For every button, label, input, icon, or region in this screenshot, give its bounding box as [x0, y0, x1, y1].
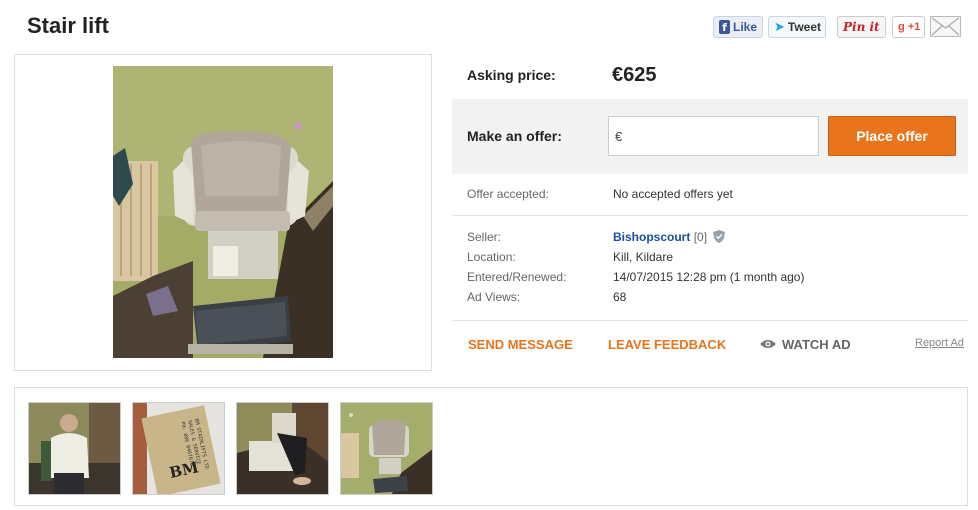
- page-title: Stair lift: [27, 13, 109, 38]
- ad-views-value: 68: [613, 290, 627, 304]
- thumbnail-4[interactable]: [340, 402, 433, 495]
- main-photo[interactable]: [113, 66, 333, 358]
- seller-rating: [0]: [693, 230, 708, 245]
- main-photo-panel: [14, 54, 432, 371]
- asking-price-row: Asking price: €625: [452, 54, 968, 99]
- thumbnail-3[interactable]: [236, 402, 329, 495]
- ad-views-label: Ad Views:: [467, 290, 521, 304]
- divider: [452, 215, 968, 216]
- email-share-icon[interactable]: [930, 16, 961, 37]
- place-offer-button[interactable]: Place offer: [828, 116, 956, 156]
- verified-shield-icon: [713, 230, 726, 246]
- entered-renewed-value: 14/07/2015 12:28 pm (1 month ago): [613, 270, 805, 284]
- offer-accepted-value: No accepted offers yet: [613, 187, 733, 201]
- make-offer-row: Make an offer: € Place offer: [452, 99, 968, 174]
- thumbnail-strip: BM BM STAIRLIFTS LTD SALES & SERVICE PH:…: [14, 387, 968, 506]
- entered-renewed-label: Entered/Renewed:: [467, 270, 567, 284]
- offer-accepted-label: Offer accepted:: [467, 187, 549, 201]
- asking-price-value: €625: [612, 64, 657, 86]
- offer-amount-input[interactable]: €: [608, 116, 819, 156]
- thumbnail-2[interactable]: BM BM STAIRLIFTS LTD SALES & SERVICE PH:…: [132, 402, 225, 495]
- location-value: Kill, Kildare: [613, 250, 674, 264]
- pin-it-button[interactable]: Pin it: [837, 16, 886, 38]
- tweet-label: Tweet: [787, 20, 822, 34]
- pin-it-label: Pin it: [843, 20, 880, 34]
- facebook-icon: f: [719, 20, 730, 34]
- seller-label: Seller:: [467, 230, 502, 244]
- seller-link[interactable]: Bishopscourt: [613, 230, 690, 244]
- eye-icon: [760, 337, 776, 352]
- tweet-button[interactable]: ➤ Tweet: [768, 16, 826, 38]
- leave-feedback-link[interactable]: LEAVE FEEDBACK: [608, 337, 726, 352]
- divider: [452, 320, 968, 321]
- seller-value: Bishopscourt [0]: [613, 230, 726, 246]
- watch-ad-label: WATCH AD: [782, 337, 851, 352]
- google-plus-button[interactable]: g +1: [892, 16, 925, 38]
- google-plus-label: +1: [907, 21, 921, 33]
- thumbnail-1[interactable]: [28, 402, 121, 495]
- twitter-bird-icon: ➤: [774, 19, 785, 34]
- send-message-link[interactable]: SEND MESSAGE: [468, 337, 573, 352]
- make-offer-label: Make an offer:: [467, 128, 562, 144]
- facebook-like-label: Like: [732, 20, 757, 34]
- report-ad-link[interactable]: Report Ad: [915, 337, 964, 349]
- asking-price-label: Asking price:: [467, 67, 556, 83]
- facebook-like-button[interactable]: f Like: [713, 16, 763, 38]
- location-label: Location:: [467, 250, 516, 264]
- google-plus-icon: g: [898, 21, 905, 33]
- watch-ad-link[interactable]: WATCH AD: [760, 337, 851, 352]
